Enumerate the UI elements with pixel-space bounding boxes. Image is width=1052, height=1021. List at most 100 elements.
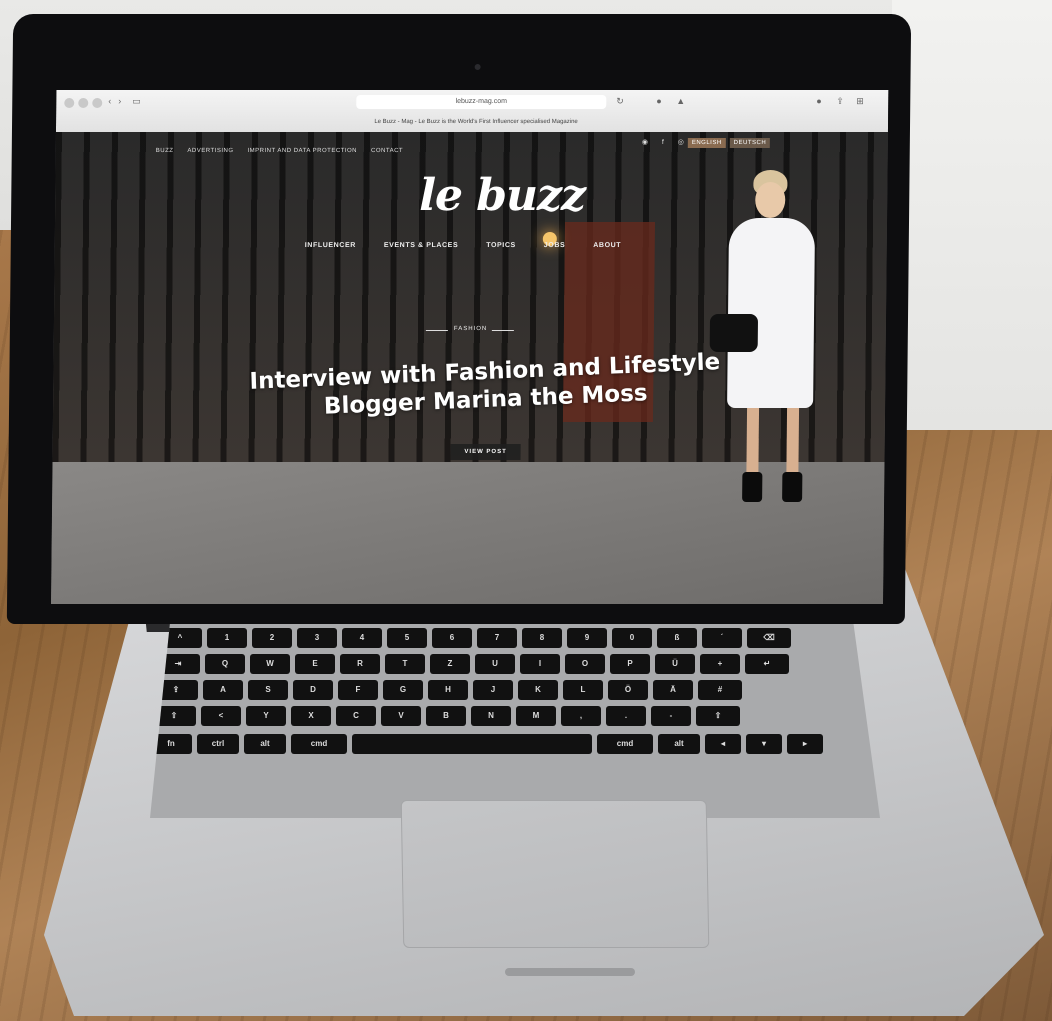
keyboard-key[interactable]: L xyxy=(563,680,603,700)
nav-events-places[interactable]: EVENTS & PLACES xyxy=(384,242,458,249)
top-nav-contact[interactable]: CONTACT xyxy=(371,148,403,154)
keyboard-key[interactable]: B xyxy=(426,706,466,726)
keyboard-key[interactable]: 3 xyxy=(297,628,337,648)
home-key-row[interactable]: ⇪ A S D F G H J K L Ö Ä # xyxy=(154,680,742,700)
address-bar[interactable]: lebuzz-mag.com xyxy=(356,95,607,109)
qwertz-key-row[interactable]: ⇥ Q W E R T Z U I O P Ü + ↵ xyxy=(156,654,789,674)
keyboard-key[interactable]: Ä xyxy=(653,680,693,700)
close-window-icon[interactable] xyxy=(64,98,75,108)
back-arrow-icon[interactable]: ‹ xyxy=(108,96,111,106)
cmd-key[interactable]: cmd xyxy=(597,734,653,754)
main-navigation: INFLUENCER EVENTS & PLACES TOPICS JOBS A… xyxy=(305,242,621,249)
keyboard-key[interactable]: 4 xyxy=(342,628,382,648)
arrow-left-key[interactable]: ◂ xyxy=(705,734,741,754)
keyboard-key[interactable]: - xyxy=(651,706,691,726)
keyboard-key[interactable]: ß xyxy=(657,628,697,648)
downloads-icon[interactable]: ● xyxy=(816,96,822,106)
keyboard-key[interactable]: I xyxy=(520,654,560,674)
keyboard-key[interactable]: Ö xyxy=(608,680,648,700)
keyboard-key[interactable]: , xyxy=(561,706,601,726)
cmd-key[interactable]: cmd xyxy=(291,734,347,754)
browser-tab[interactable]: Le Buzz - Mag - Le Buzz is the World's F… xyxy=(256,115,696,129)
keyboard-key[interactable]: A xyxy=(203,680,243,700)
social-icons[interactable]: ◉ f ◎ xyxy=(642,138,690,146)
spacebar[interactable] xyxy=(352,734,592,754)
top-navigation: BUZZ ADVERTISING IMPRINT AND DATA PROTEC… xyxy=(156,148,403,154)
keyboard-key[interactable]: + xyxy=(700,654,740,674)
keyboard-key[interactable]: Z xyxy=(430,654,470,674)
keyboard[interactable]: ^ 1 2 3 4 5 6 7 8 9 0 ß ´ ⌫ ⇥ Q W E R T Z U I O P Ü + ↵ ⇪ A S D F G H J K L… xyxy=(150,604,880,818)
category-divider xyxy=(425,330,448,331)
keyboard-key[interactable]: V xyxy=(381,706,421,726)
language-english-button[interactable]: ENGLISH xyxy=(687,138,726,148)
top-nav-advertising[interactable]: ADVERTISING xyxy=(187,148,233,154)
keyboard-key[interactable]: # xyxy=(698,680,742,700)
keyboard-key[interactable]: S xyxy=(248,680,288,700)
trackpad[interactable] xyxy=(400,800,710,948)
url-text: lebuzz-mag.com xyxy=(455,98,507,105)
sidebar-icon[interactable]: ▭ xyxy=(132,96,141,107)
keyboard-key[interactable]: 5 xyxy=(387,628,427,648)
ad-block-icon[interactable]: ▲ xyxy=(676,96,685,106)
keyboard-key[interactable]: ⌫ xyxy=(747,628,791,648)
keyboard-key[interactable]: M xyxy=(516,706,556,726)
keyboard-key[interactable]: U xyxy=(475,654,515,674)
keyboard-key[interactable]: J xyxy=(473,680,513,700)
keyboard-key[interactable]: D xyxy=(293,680,333,700)
new-tab-icon[interactable]: ⊞ xyxy=(856,96,864,107)
arrow-right-key[interactable]: ▸ xyxy=(787,734,823,754)
keyboard-key[interactable]: 1 xyxy=(207,628,247,648)
keyboard-key[interactable]: G xyxy=(383,680,423,700)
extension-icon[interactable]: ● xyxy=(656,96,662,106)
keyboard-key[interactable]: Q xyxy=(205,654,245,674)
hero-category[interactable]: FASHION xyxy=(454,326,487,332)
ctrl-key[interactable]: ctrl xyxy=(197,734,239,754)
keyboard-key[interactable]: N xyxy=(471,706,511,726)
keyboard-key[interactable]: 0 xyxy=(612,628,652,648)
keyboard-key[interactable]: R xyxy=(340,654,380,674)
keyboard-key[interactable]: E xyxy=(295,654,335,674)
view-post-button[interactable]: VIEW POST xyxy=(450,444,521,460)
minimize-window-icon[interactable] xyxy=(78,98,89,108)
keyboard-key[interactable]: 7 xyxy=(477,628,517,648)
nav-about[interactable]: ABOUT xyxy=(593,242,621,249)
keyboard-key[interactable]: 2 xyxy=(252,628,292,648)
keyboard-key[interactable]: O xyxy=(565,654,605,674)
keyboard-key[interactable]: K xyxy=(518,680,558,700)
keyboard-key[interactable]: 8 xyxy=(522,628,562,648)
keyboard-key[interactable]: ↵ xyxy=(745,654,789,674)
keyboard-key[interactable]: Ü xyxy=(655,654,695,674)
keyboard-key[interactable]: Y xyxy=(246,706,286,726)
keyboard-key[interactable]: C xyxy=(336,706,376,726)
keyboard-key[interactable]: X xyxy=(291,706,331,726)
arrow-down-key[interactable]: ▾ xyxy=(746,734,782,754)
keyboard-key[interactable]: H xyxy=(428,680,468,700)
reload-icon[interactable]: ↻ xyxy=(616,96,624,107)
keyboard-key[interactable]: 9 xyxy=(567,628,607,648)
keyboard-key[interactable]: F xyxy=(338,680,378,700)
nav-influencer[interactable]: INFLUENCER xyxy=(305,242,356,249)
model-boot xyxy=(782,472,803,502)
number-key-row[interactable]: ^ 1 2 3 4 5 6 7 8 9 0 ß ´ ⌫ xyxy=(158,628,791,648)
keyboard-key[interactable]: ´ xyxy=(702,628,742,648)
keyboard-key[interactable]: < xyxy=(201,706,241,726)
alt-key[interactable]: alt xyxy=(658,734,700,754)
nav-topics[interactable]: TOPICS xyxy=(486,242,516,249)
top-nav-imprint[interactable]: IMPRINT AND DATA PROTECTION xyxy=(247,148,357,154)
keyboard-key[interactable]: T xyxy=(385,654,425,674)
keyboard-key[interactable]: P xyxy=(610,654,650,674)
space-key-row[interactable]: fn ctrl alt cmd cmd alt ◂ ▾ ▸ xyxy=(150,734,823,754)
site-logo[interactable]: le buzz xyxy=(419,170,585,221)
share-icon[interactable]: ⇪ xyxy=(836,96,844,107)
top-nav-buzz[interactable]: BUZZ xyxy=(156,148,174,154)
forward-arrow-icon[interactable]: › xyxy=(118,96,121,106)
keyboard-key[interactable]: W xyxy=(250,654,290,674)
language-deutsch-button[interactable]: DEUTSCH xyxy=(729,138,771,148)
maximize-window-icon[interactable] xyxy=(92,98,103,108)
alt-key[interactable]: alt xyxy=(244,734,286,754)
nav-jobs[interactable]: JOBS xyxy=(544,242,566,249)
shift-key-row[interactable]: ⇧ < Y X C V B N M,. - ⇧ xyxy=(152,706,740,726)
keyboard-key[interactable]: . xyxy=(606,706,646,726)
keyboard-key[interactable]: ⇧ xyxy=(696,706,740,726)
keyboard-key[interactable]: 6 xyxy=(432,628,472,648)
